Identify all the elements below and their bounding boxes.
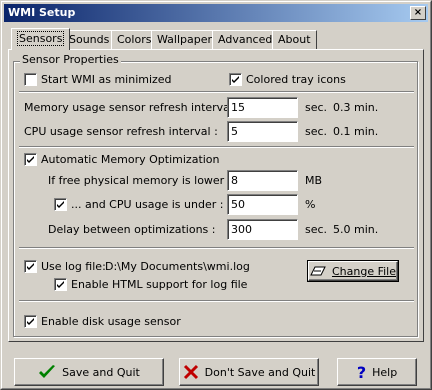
- html-log-label: Enable HTML support for log file: [71, 278, 248, 291]
- memory-refresh-minutes: 0.3 min.: [333, 101, 379, 114]
- colored-tray-checkbox[interactable]: [229, 73, 242, 86]
- auto-memory-checkbox[interactable]: [24, 153, 37, 166]
- disk-sensor-label: Enable disk usage sensor: [41, 315, 181, 328]
- save-and-quit-button[interactable]: Save and Quit: [14, 358, 164, 386]
- tab-sounds[interactable]: Sounds: [63, 30, 116, 49]
- cpu-under-label: ... and CPU usage is under :: [71, 198, 224, 211]
- use-log-label: Use log file:: [41, 260, 106, 273]
- tab-sensors[interactable]: Sensors: [11, 28, 71, 50]
- cpu-refresh-minutes: 0.1 min.: [333, 125, 379, 138]
- file-icon: [310, 266, 326, 276]
- checkmark-icon: [57, 201, 64, 208]
- checkmark-icon: [27, 318, 34, 325]
- auto-memory-label: Automatic Memory Optimization: [41, 153, 220, 166]
- question-mark-icon: ?: [356, 362, 367, 382]
- close-button[interactable]: ×: [410, 6, 426, 20]
- checkmark-icon: [232, 76, 239, 83]
- wmi-setup-window: WMI Setup × Sensors Sounds Colors Wallpa…: [0, 0, 432, 390]
- cpu-refresh-input[interactable]: 5: [227, 121, 298, 142]
- window-title: WMI Setup: [8, 6, 76, 19]
- dont-save-button[interactable]: Don't Save and Quit: [179, 358, 319, 386]
- delay-unit: sec.: [305, 223, 328, 236]
- memory-refresh-label: Memory usage sensor refresh interval :: [24, 101, 241, 114]
- memory-refresh-input[interactable]: 15: [227, 97, 298, 118]
- cpu-refresh-unit: sec.: [305, 125, 328, 138]
- free-memory-input[interactable]: 8: [227, 170, 298, 191]
- tab-about[interactable]: About: [272, 30, 317, 49]
- cpu-under-unit: %: [305, 198, 316, 211]
- group-title: Sensor Properties: [20, 53, 121, 66]
- change-file-button[interactable]: Change File: [307, 260, 399, 282]
- dont-save-label: Don't Save and Quit: [204, 365, 316, 379]
- free-memory-unit: MB: [305, 174, 323, 187]
- cpu-under-input[interactable]: 50: [227, 194, 298, 215]
- save-and-quit-label: Save and Quit: [62, 365, 140, 379]
- use-log-checkbox[interactable]: [24, 260, 37, 273]
- close-icon: ×: [413, 7, 423, 18]
- checkmark-icon: [38, 364, 56, 380]
- tab-wallpaper[interactable]: Wallpaper: [151, 30, 219, 49]
- tab-advanced[interactable]: Advanced: [212, 30, 279, 49]
- memory-refresh-unit: sec.: [305, 101, 328, 114]
- checkmark-icon: [27, 263, 34, 270]
- start-minimized-checkbox[interactable]: [24, 73, 37, 86]
- help-label: Help: [372, 365, 398, 379]
- help-button[interactable]: ? Help: [337, 358, 417, 386]
- checkmark-icon: [27, 156, 34, 163]
- separator: [19, 91, 414, 93]
- separator: [19, 300, 414, 302]
- change-file-label: Change File: [331, 264, 397, 278]
- start-minimized-label: Start WMI as minimized: [41, 73, 172, 86]
- checkmark-icon: [57, 281, 64, 288]
- colored-tray-label: Colored tray icons: [246, 73, 346, 86]
- log-path: D:\My Documents\wmi.log: [105, 260, 250, 273]
- delay-minutes: 5.0 min.: [333, 223, 379, 236]
- delay-label: Delay between optimizations :: [48, 223, 216, 236]
- red-x-icon: [183, 364, 199, 380]
- disk-sensor-checkbox[interactable]: [24, 315, 37, 328]
- cpu-refresh-label: CPU usage sensor refresh interval :: [24, 125, 218, 138]
- html-log-checkbox[interactable]: [54, 278, 67, 291]
- separator: [19, 146, 414, 148]
- separator: [19, 247, 414, 249]
- title-bar[interactable]: WMI Setup ×: [4, 4, 428, 22]
- delay-input[interactable]: 300: [227, 219, 298, 240]
- cpu-under-checkbox[interactable]: [54, 198, 67, 211]
